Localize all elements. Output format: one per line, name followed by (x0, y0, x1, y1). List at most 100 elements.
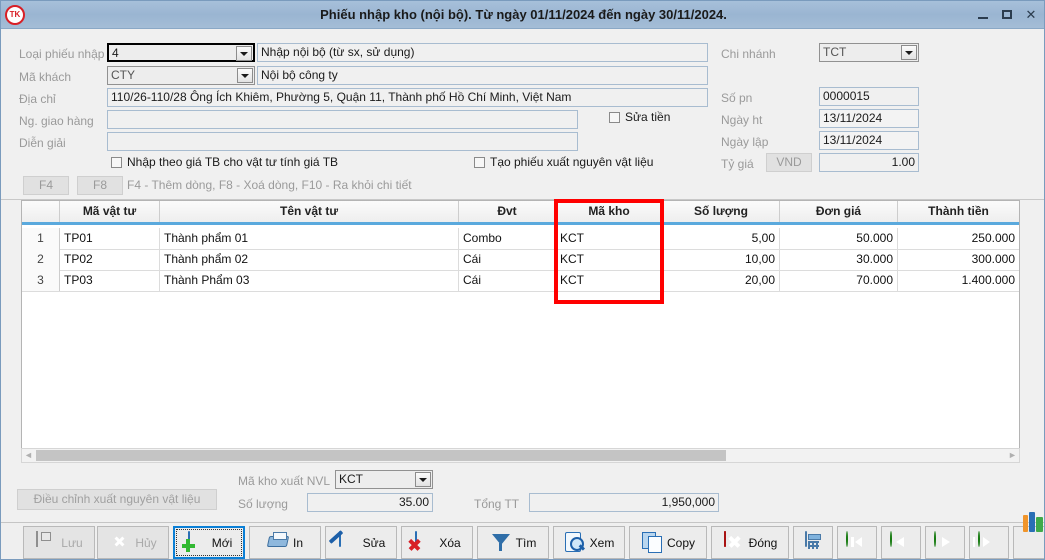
chevron-down-icon[interactable] (901, 45, 917, 60)
sua-tien-label: Sửa tiền (625, 110, 670, 124)
cancel-button[interactable]: Hủy (97, 526, 169, 559)
chi-nhanh-combo[interactable]: TCT (819, 43, 919, 62)
dien-giai-field[interactable] (107, 132, 578, 151)
scrollbar-thumb[interactable] (36, 450, 726, 461)
find-button[interactable]: Tìm (477, 526, 549, 559)
edit-button[interactable]: Sửa (325, 526, 397, 559)
grid-header-ma-vat-tu[interactable]: Mã vật tư (60, 201, 160, 222)
grid-header-thanh-tien[interactable]: Thành tiền (898, 201, 1019, 222)
cell-don-gia[interactable]: 30.000 (780, 249, 898, 270)
cell-ma-vat-tu[interactable]: TP01 (60, 228, 160, 249)
footer-summary: Điều chỉnh xuất nguyên vật liệu Mã kho x… (1, 467, 1045, 519)
title-bar: TK Phiếu nhập kho (nội bộ). Từ ngày 01/1… (1, 1, 1045, 29)
ty-gia-field[interactable]: 1.00 (819, 153, 919, 172)
grid-header-ma-kho[interactable]: Mã kho (556, 201, 663, 222)
cell-ten-vat-tu[interactable]: Thành Phẩm 03 (160, 270, 459, 291)
sua-tien-checkbox[interactable]: Sửa tiền (609, 110, 670, 124)
grid-header-dvt[interactable]: Đvt (459, 201, 556, 222)
cancel-icon (109, 532, 131, 554)
nav-first-button[interactable] (837, 526, 877, 559)
so-pn-field[interactable]: 0000015 (819, 87, 919, 106)
chevron-down-icon[interactable] (236, 46, 252, 61)
so-luong-total-field: 35.00 (307, 493, 433, 512)
cell-ma-kho[interactable]: KCT (556, 249, 663, 270)
ma-kho-xuat-nvl-combo[interactable]: KCT (335, 470, 433, 489)
loai-phieu-nhap-combo[interactable]: 4 (107, 43, 255, 62)
close-icon[interactable]: ✕ (1024, 8, 1038, 22)
header-form: Loại phiếu nhập 4 Nhập nội bộ (từ sx, sử… (1, 29, 1045, 173)
ng-giao-hang-field[interactable] (107, 110, 578, 129)
new-button[interactable]: Mới (173, 526, 245, 559)
cell-don-gia[interactable]: 50.000 (780, 228, 898, 249)
print-button[interactable]: In (249, 526, 321, 559)
minimize-icon[interactable] (976, 8, 990, 22)
label-ty-gia: Tỷ giá (721, 155, 754, 173)
cell-thanh-tien[interactable]: 300.000 (898, 249, 1019, 270)
cell-so-luong[interactable]: 20,00 (663, 270, 780, 291)
ngay-ht-field[interactable]: 13/11/2024 (819, 109, 919, 128)
ma-kho-xuat-nvl-value: KCT (339, 471, 363, 488)
edit-label: Sửa (363, 536, 386, 550)
grid-header-index (22, 201, 60, 222)
grid-header-don-gia[interactable]: Đơn giá (780, 201, 898, 222)
ty-gia-currency: VND (766, 153, 812, 172)
cell-dvt[interactable]: Cái (459, 249, 556, 270)
books-button[interactable] (1013, 526, 1045, 559)
close-button[interactable]: Đóng (711, 526, 789, 559)
dia-chi-field[interactable]: 110/26-110/28 Ông Ích Khiêm, Phường 5, Q… (107, 88, 708, 107)
cell-ma-vat-tu[interactable]: TP03 (60, 270, 160, 291)
scroll-left-icon[interactable]: ◄ (22, 449, 35, 462)
nav-last-button[interactable] (969, 526, 1009, 559)
cell-dvt[interactable]: Cái (459, 270, 556, 291)
cell-so-luong[interactable]: 5,00 (663, 228, 780, 249)
find-label: Tìm (516, 536, 537, 550)
chi-nhanh-value: TCT (823, 44, 846, 61)
grid-horizontal-scrollbar[interactable]: ◄ ► (21, 448, 1020, 463)
table-row[interactable]: 2 TP02 Thành phẩm 02 Cái KCT 10,00 30.00… (22, 249, 1019, 271)
checkbox-icon[interactable] (111, 157, 122, 168)
maximize-icon[interactable] (1000, 8, 1014, 22)
tao-phieu-xuat-checkbox[interactable]: Tạo phiếu xuất nguyên vật liệu (474, 155, 653, 169)
cell-dvt[interactable]: Combo (459, 228, 556, 249)
tao-phieu-xuat-label: Tạo phiếu xuất nguyên vật liệu (490, 155, 653, 169)
cell-ten-vat-tu[interactable]: Thành phẩm 01 (160, 228, 459, 249)
cell-ten-vat-tu[interactable]: Thành phẩm 02 (160, 249, 459, 270)
nav-last-icon (978, 532, 1000, 554)
grid-header-ten-vat-tu[interactable]: Tên vật tư (160, 201, 459, 222)
label-ngay-ht: Ngày ht (721, 111, 762, 129)
label-dia-chi: Địa chỉ (19, 90, 56, 108)
funnel-filter-icon (490, 532, 512, 554)
cell-thanh-tien[interactable]: 1.400.000 (898, 270, 1019, 291)
table-row[interactable]: 3 TP03 Thành Phẩm 03 Cái KCT 20,00 70.00… (22, 270, 1019, 292)
cell-don-gia[interactable]: 70.000 (780, 270, 898, 291)
nav-next-button[interactable] (925, 526, 965, 559)
save-button[interactable]: Lưu (23, 526, 95, 559)
nhap-theo-gia-tb-checkbox[interactable]: Nhập theo giá TB cho vật tư tính giá TB (111, 155, 338, 169)
ngay-lap-field[interactable]: 13/11/2024 (819, 131, 919, 150)
cell-ma-vat-tu[interactable]: TP02 (60, 249, 160, 270)
checkbox-icon[interactable] (609, 112, 620, 123)
scroll-right-icon[interactable]: ► (1006, 449, 1019, 462)
f4-button[interactable]: F4 (23, 176, 69, 195)
table-row[interactable]: 1 TP01 Thành phẩm 01 Combo KCT 5,00 50.0… (22, 228, 1019, 250)
chevron-down-icon[interactable] (415, 472, 431, 487)
nav-first-icon (846, 532, 868, 554)
cell-ma-kho[interactable]: KCT (556, 228, 663, 249)
cell-thanh-tien[interactable]: 250.000 (898, 228, 1019, 249)
calculator-button[interactable] (793, 526, 833, 559)
checkbox-icon[interactable] (474, 157, 485, 168)
loai-phieu-nhap-value: 4 (112, 45, 119, 62)
cell-ma-kho[interactable]: KCT (556, 270, 663, 291)
view-button[interactable]: Xem (553, 526, 625, 559)
nav-prev-button[interactable] (881, 526, 921, 559)
f8-button[interactable]: F8 (77, 176, 123, 195)
application-window: TK Phiếu nhập kho (nội bộ). Từ ngày 01/1… (0, 0, 1045, 560)
chevron-down-icon[interactable] (237, 68, 253, 83)
ma-khach-combo[interactable]: CTY (107, 66, 255, 85)
cell-so-luong[interactable]: 10,00 (663, 249, 780, 270)
print-label: In (293, 536, 303, 550)
dieu-chinh-xuat-nvl-button[interactable]: Điều chỉnh xuất nguyên vật liệu (17, 489, 217, 510)
copy-button[interactable]: Copy (629, 526, 707, 559)
grid-header-so-luong[interactable]: Số lượng (663, 201, 780, 222)
delete-button[interactable]: Xóa (401, 526, 473, 559)
